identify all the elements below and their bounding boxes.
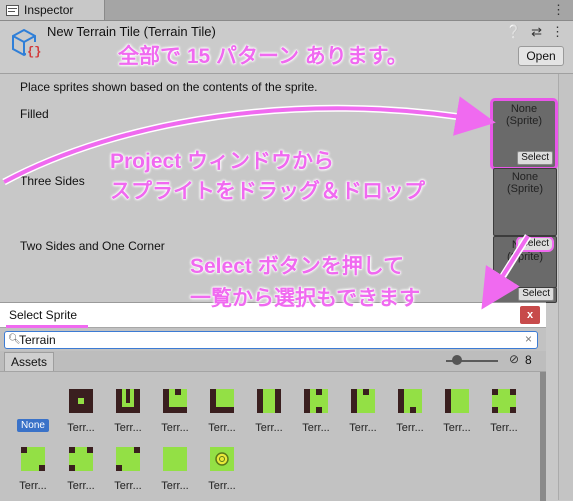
sprite-item[interactable]: Terr... bbox=[296, 389, 336, 434]
sprite-item-name: Terr... bbox=[208, 480, 236, 492]
row-label-three-sides: Three Sides bbox=[20, 174, 85, 188]
select-sprite-window: Select Sprite x 🔍︎ Terrain × Assets ⊘ 8 … bbox=[0, 302, 546, 501]
select-button-highlighted[interactable]: Select bbox=[516, 237, 554, 252]
open-button[interactable]: Open bbox=[518, 46, 564, 66]
sprite-item[interactable]: Terr... bbox=[202, 389, 242, 434]
sprite-item-name: Terr... bbox=[349, 422, 377, 434]
terrain-tile-thumbnail bbox=[69, 389, 93, 413]
terrain-tile-thumbnail bbox=[116, 447, 140, 471]
select-sprite-title: Select Sprite bbox=[9, 308, 78, 322]
row-label-filled: Filled bbox=[20, 107, 49, 121]
sprite-item[interactable]: Terr... bbox=[61, 447, 101, 492]
tile-asset-icon: {} bbox=[12, 28, 42, 59]
kebab-icon[interactable]: ⋮ bbox=[551, 24, 564, 40]
sprite-item-name: Terr... bbox=[161, 422, 189, 434]
sprite-item-none[interactable]: None bbox=[13, 417, 53, 432]
terrain-tile-thumbnail bbox=[445, 389, 469, 413]
sprite-item-name: Terr... bbox=[255, 422, 283, 434]
sprite-grid-scrollbar[interactable] bbox=[540, 372, 546, 501]
terrain-tile-thumbnail bbox=[163, 447, 187, 471]
search-value: Terrain bbox=[19, 333, 56, 347]
terrain-tile-thumbnail bbox=[492, 389, 516, 413]
terrain-tile-thumbnail bbox=[257, 389, 281, 413]
terrain-tile-thumbnail bbox=[210, 447, 234, 471]
question-icon[interactable]: ❔ bbox=[506, 24, 522, 40]
select-button[interactable]: Select bbox=[517, 151, 553, 165]
search-input[interactable]: 🔍︎ Terrain × bbox=[4, 331, 538, 349]
sprite-item-name: Terr... bbox=[114, 480, 142, 492]
title-underline bbox=[6, 325, 88, 328]
sprite-item[interactable]: Terr... bbox=[13, 447, 53, 492]
sprite-item-name: Terr... bbox=[302, 422, 330, 434]
sprite-item[interactable]: Terr... bbox=[202, 447, 242, 492]
svg-text:{}: {} bbox=[27, 45, 41, 59]
annotation-select-line1: Select ボタンを押して bbox=[190, 255, 405, 279]
sprite-item[interactable]: Terr... bbox=[343, 389, 383, 434]
sprite-grid: None Terr... Terr... Terr... Terr... Ter… bbox=[0, 372, 546, 501]
sprite-item[interactable]: Terr... bbox=[390, 389, 430, 434]
sprite-slot-filled[interactable]: None (Sprite) Select bbox=[490, 98, 558, 170]
tab-assets[interactable]: Assets bbox=[4, 352, 54, 371]
info-icon bbox=[6, 4, 19, 16]
zoom-slider-handle[interactable] bbox=[452, 355, 462, 365]
terrain-tile-thumbnail bbox=[69, 447, 93, 471]
sprite-item[interactable]: Terr... bbox=[484, 389, 524, 434]
annotation-drag-line1: Project ウィンドウから bbox=[110, 150, 335, 174]
sprite-item[interactable]: Terr... bbox=[61, 389, 101, 434]
annotation-select-line2: 一覧から選択もできます bbox=[190, 287, 421, 311]
hidden-count: 8 bbox=[525, 353, 532, 367]
sprite-item-name: Terr... bbox=[161, 480, 189, 492]
tab-menu-icon[interactable]: ⋮ bbox=[552, 2, 565, 18]
none-label: None bbox=[17, 419, 49, 432]
terrain-tile-thumbnail bbox=[351, 389, 375, 413]
tab-inspector[interactable]: Inspector bbox=[0, 0, 105, 20]
sprite-item[interactable]: Terr... bbox=[249, 389, 289, 434]
sprite-item-name: Terr... bbox=[396, 422, 424, 434]
sprite-slot-two-sides[interactable]: None (Sprite) Select bbox=[493, 236, 557, 288]
sliders-icon[interactable]: ⇄ bbox=[531, 24, 542, 40]
close-button[interactable]: x bbox=[520, 306, 540, 324]
sprite-slot-next[interactable]: Select bbox=[493, 287, 557, 303]
sprite-item-name: Terr... bbox=[443, 422, 471, 434]
sprite-item-name: Terr... bbox=[19, 480, 47, 492]
terrain-tile-thumbnail bbox=[398, 389, 422, 413]
sprite-slot-text: None (Sprite) bbox=[506, 171, 544, 195]
sprite-item-name: Terr... bbox=[490, 422, 518, 434]
sprite-item[interactable]: Terr... bbox=[108, 447, 148, 492]
terrain-tile-thumbnail bbox=[304, 389, 328, 413]
terrain-tile-thumbnail bbox=[210, 389, 234, 413]
tab-inspector-label: Inspector bbox=[24, 3, 74, 17]
hidden-eye-icon[interactable]: ⊘ bbox=[509, 352, 519, 366]
inspector-tab-bar: Inspector ⋮ bbox=[0, 0, 573, 21]
sprite-item-name: Terr... bbox=[67, 480, 95, 492]
inspector-scrollbar[interactable] bbox=[558, 74, 573, 500]
sprite-slot-text: None (Sprite) bbox=[505, 103, 543, 127]
terrain-tile-thumbnail bbox=[116, 389, 140, 413]
terrain-tile-thumbnail bbox=[21, 447, 45, 471]
sprite-item-name: Terr... bbox=[67, 422, 95, 434]
sprite-item[interactable]: Terr... bbox=[155, 389, 195, 434]
sprite-item[interactable]: Terr... bbox=[437, 389, 477, 434]
terrain-tile-thumbnail bbox=[163, 389, 187, 413]
sprite-item[interactable]: Terr... bbox=[108, 389, 148, 434]
asset-tab-bar: Assets ⊘ 8 bbox=[0, 351, 546, 372]
sprite-item-name: Terr... bbox=[114, 422, 142, 434]
sprite-slot-three-sides[interactable]: None (Sprite) bbox=[493, 168, 557, 236]
annotation-pattern-count: 全部で 15 パターン あります。 bbox=[118, 45, 408, 69]
select-button[interactable]: Select bbox=[518, 288, 554, 301]
sprite-item-name: Terr... bbox=[208, 422, 236, 434]
clear-search-icon[interactable]: × bbox=[525, 332, 532, 346]
sprite-item[interactable]: Terr... bbox=[155, 447, 195, 492]
asset-title: New Terrain Tile (Terrain Tile) bbox=[47, 24, 216, 39]
annotation-drag-line2: スプライトをドラッグ＆ドロップ bbox=[110, 180, 426, 204]
description-text: Place sprites shown based on the content… bbox=[20, 80, 318, 94]
row-label-two-sides-one-corner: Two Sides and One Corner bbox=[20, 239, 165, 253]
